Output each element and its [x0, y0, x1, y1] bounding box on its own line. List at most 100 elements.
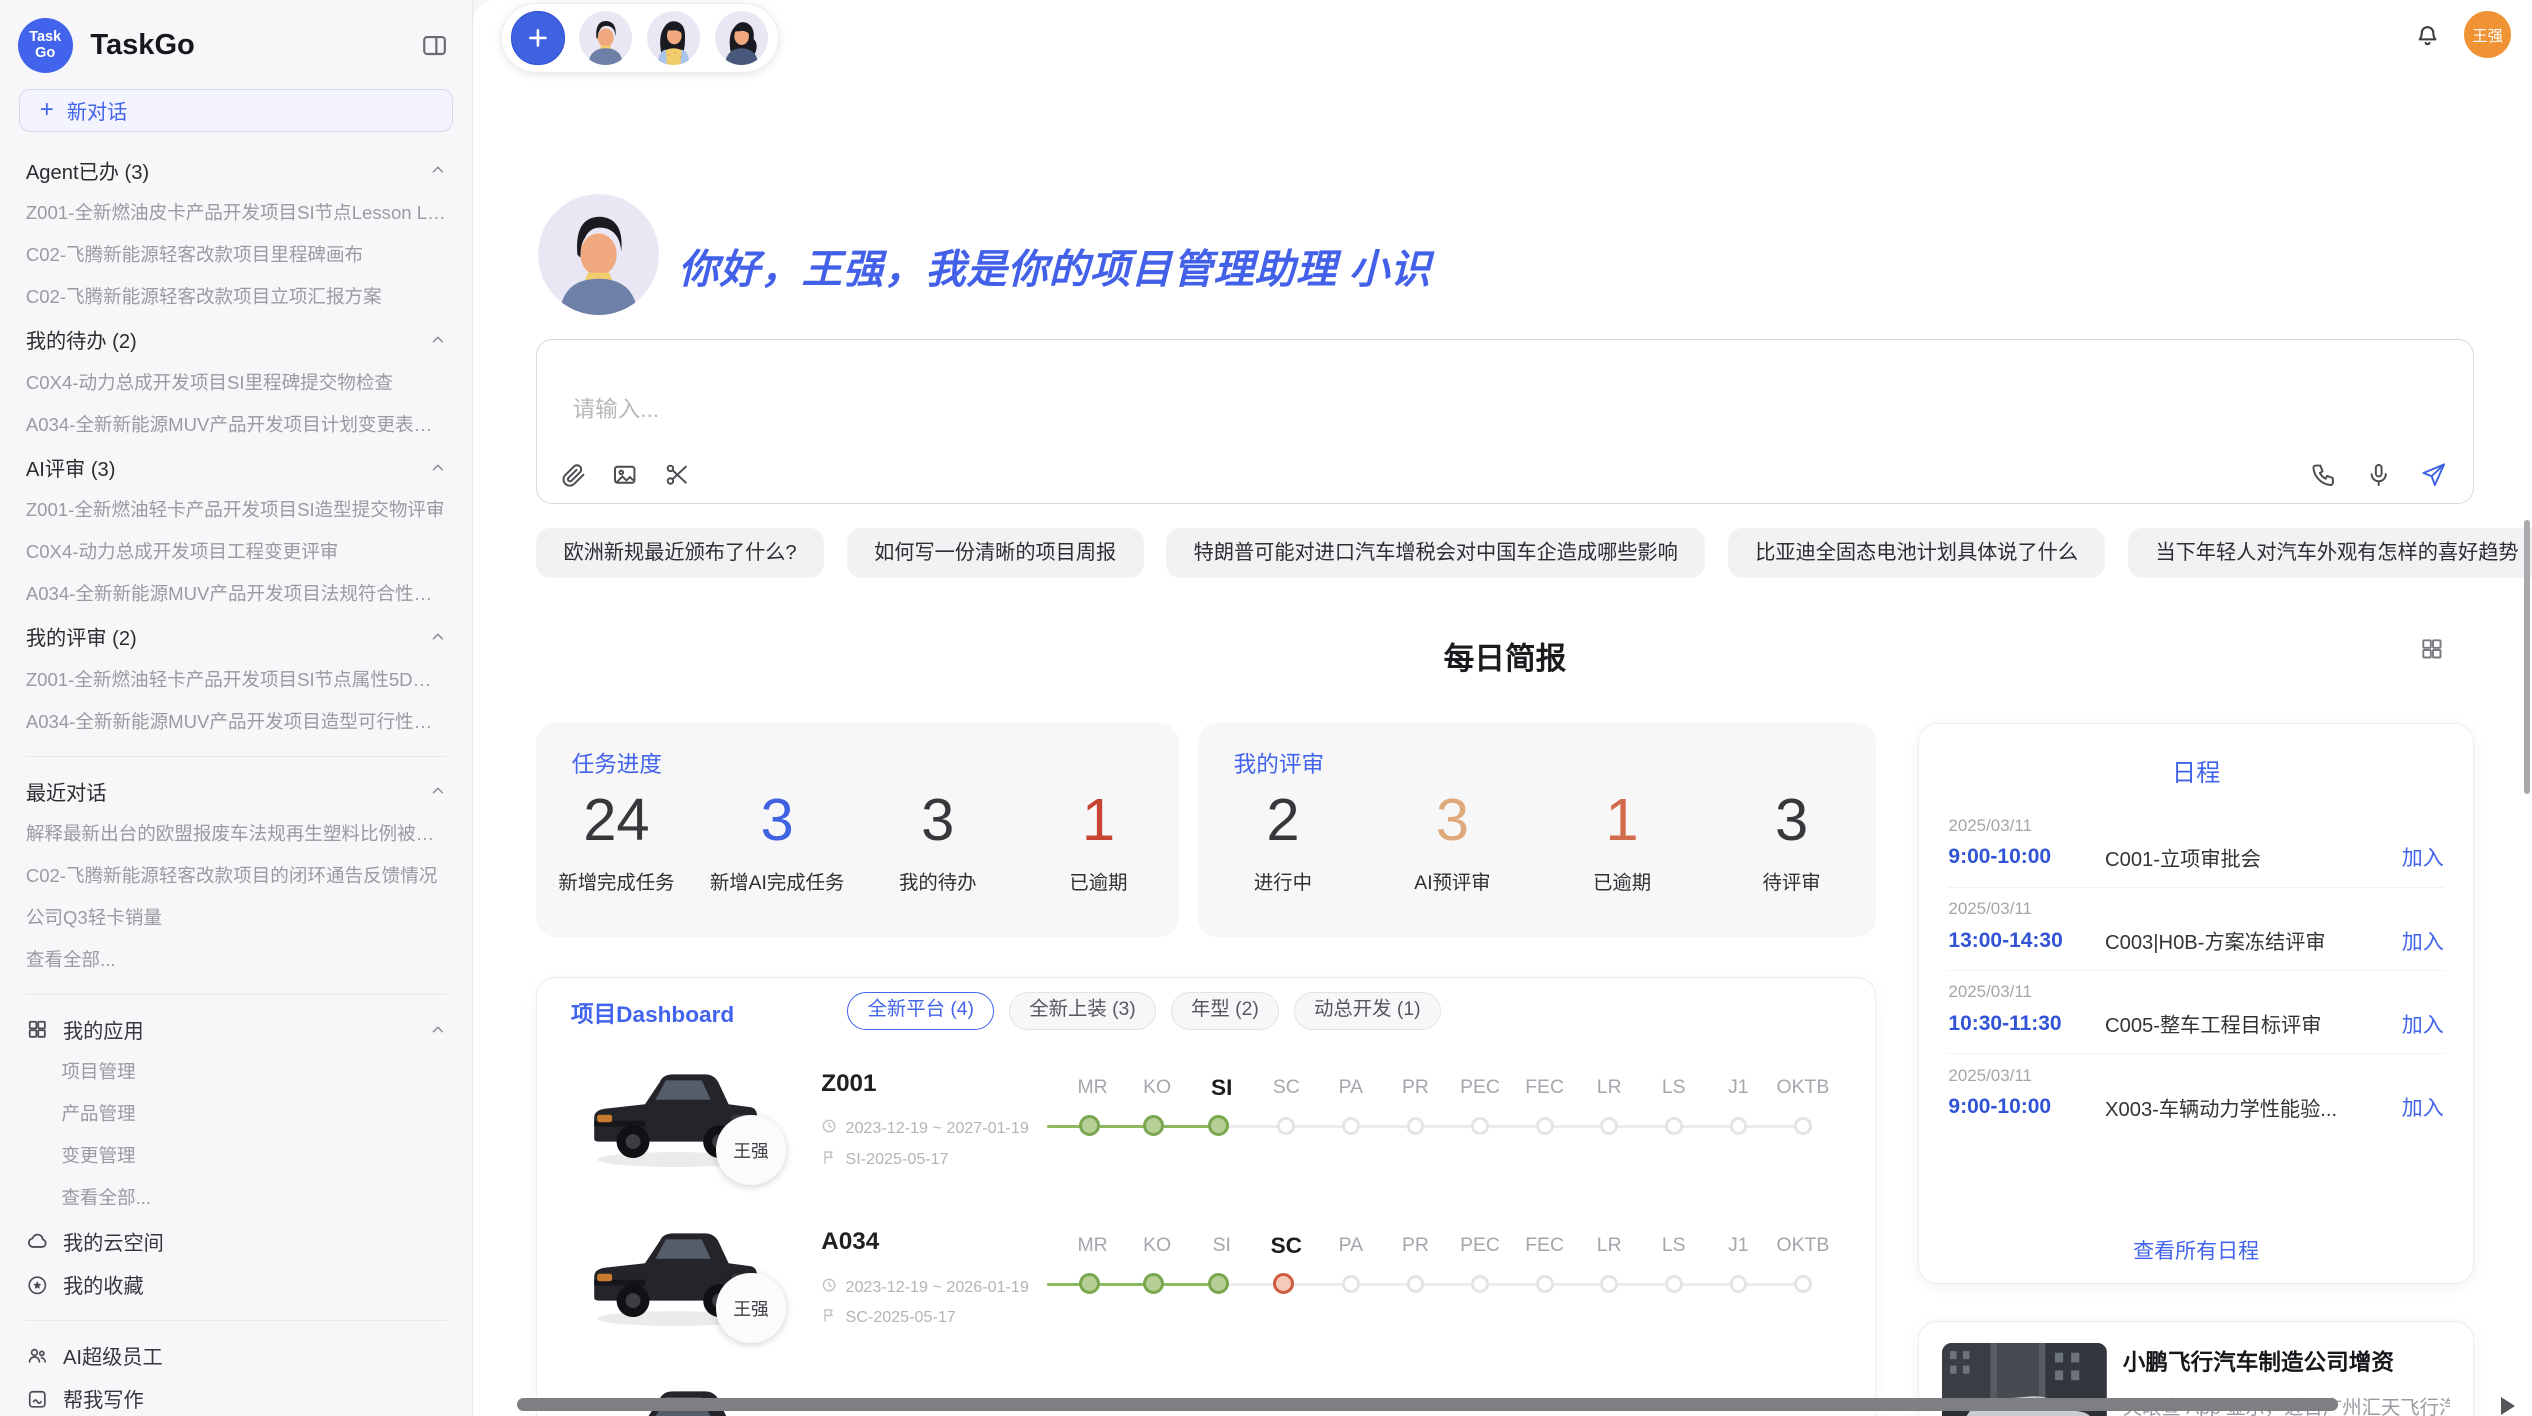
sidebar-section-header-1[interactable]: 我的待办 (2): [26, 318, 446, 362]
sidebar-section-header-0[interactable]: Agent已办 (3): [26, 149, 446, 193]
dashboard-tab[interactable]: 全新平台 (4): [847, 992, 994, 1029]
suggestion-chip[interactable]: 欧洲新规最近颁布了什么?: [536, 528, 824, 578]
vertical-scrollbar[interactable]: [2524, 520, 2530, 795]
suggestion-chip[interactable]: 当下年轻人对汽车外观有怎样的喜好趋势: [2128, 528, 2532, 578]
taskgo-app: Task Go TaskGo + 新对话 Agent已办 (3)Z001-全新燃…: [0, 0, 2532, 1416]
app-item[interactable]: 产品管理: [26, 1093, 446, 1135]
send-icon[interactable]: [2420, 461, 2447, 488]
project-dates-text: 2023-12-19 ~ 2026-01-19: [846, 1278, 1029, 1297]
schedule-title: 日程: [1948, 753, 2443, 788]
project-owner-badge: 王强: [716, 1273, 785, 1342]
sidebar-item[interactable]: A034-全新新能源MUV产品开发项目计划变更表编写: [26, 404, 446, 446]
news-title: 小鹏飞行汽车制造公司增资: [2123, 1344, 2450, 1377]
notifications-bell-icon[interactable]: [2413, 20, 2442, 49]
stat-value: 3: [1707, 788, 1877, 853]
milestone-dot: [1273, 1273, 1294, 1294]
sidebar-link-cloud[interactable]: 我的云空间: [26, 1219, 446, 1263]
milestone-dot: [1471, 1117, 1489, 1135]
schedule-row: 13:00-14:30C003|H0B-方案冻结评审加入: [1948, 926, 2443, 956]
horizontal-scrollbar[interactable]: [517, 1398, 2338, 1411]
suggestion-chips: 欧洲新规最近颁布了什么? 如何写一份清晰的项目周报特朗普可能对进口汽车增税会对中国…: [536, 528, 2483, 578]
join-meeting-link[interactable]: 加入: [2402, 1092, 2444, 1122]
dashboard-tab[interactable]: 全新上装 (3): [1009, 992, 1156, 1029]
plus-icon: +: [40, 98, 54, 122]
new-chat-button[interactable]: + 新对话: [19, 89, 452, 133]
sidebar-section-my-apps[interactable]: 我的应用: [26, 1008, 446, 1052]
schedule-meeting-name: C003|H0B-方案冻结评审: [2105, 926, 2389, 955]
stat-value: 2: [1198, 788, 1368, 853]
sidebar-item[interactable]: A034-全新新能源MUV产品开发项目造型可行性评审: [26, 701, 446, 743]
suggestion-chip[interactable]: 特朗普可能对进口汽车增税会对中国车企造成哪些影响: [1166, 528, 1705, 578]
sidebar-tool-write[interactable]: 帮我写作: [26, 1377, 446, 1416]
microphone-icon[interactable]: [2365, 461, 2392, 488]
assistant-avatar: [538, 194, 659, 315]
dashboard-tab[interactable]: 动总开发 (1): [1294, 992, 1441, 1029]
user-avatar[interactable]: 王强: [2464, 11, 2511, 58]
chevron-up-icon: [429, 1021, 447, 1039]
sidebar-link-star[interactable]: 我的收藏: [26, 1263, 446, 1307]
suggestion-chip[interactable]: 如何写一份清晰的项目周报: [847, 528, 1144, 578]
milestone-dot: [1730, 1117, 1748, 1135]
milestone-label: J1: [1706, 1073, 1771, 1102]
join-meeting-link[interactable]: 加入: [2402, 926, 2444, 956]
view-all-schedule-link[interactable]: 查看所有日程: [1919, 1235, 2472, 1265]
sidebar-item[interactable]: C02-飞腾新能源轻客改款项目里程碑画布: [26, 234, 446, 276]
sidebar-item[interactable]: C0X4-动力总成开发项目SI里程碑提交物检查: [26, 362, 446, 404]
milestone-dot: [1143, 1273, 1164, 1294]
phone-icon[interactable]: [2310, 461, 2337, 488]
sidebar-section-recent-chats[interactable]: 最近对话: [26, 770, 446, 814]
stat-item: 24新增完成任务: [536, 788, 697, 895]
sidebar-section-header-3[interactable]: 我的评审 (2): [26, 615, 446, 659]
agent-avatar-3[interactable]: [715, 11, 768, 64]
recent-chat-item[interactable]: C02-飞腾新能源轻客改款项目的闭环通告反馈情况: [26, 855, 446, 897]
sidebar-tool-label: 帮我写作: [63, 1384, 144, 1413]
milestone-dot: [1730, 1275, 1748, 1293]
schedule-meeting-name: X003-车辆动力学性能验...: [2105, 1093, 2389, 1122]
sidebar-tool-label: AI超级员工: [63, 1341, 163, 1370]
sidebar-item[interactable]: Z001-全新燃油轻卡产品开发项目SI节点属性5D文件评审: [26, 659, 446, 701]
sidebar-item[interactable]: Z001-全新燃油皮卡产品开发项目SI节点Lesson Learn报告: [26, 192, 446, 234]
join-meeting-link[interactable]: 加入: [2402, 842, 2444, 872]
topbar-right: 王强: [2413, 11, 2511, 58]
view-all-chats-link[interactable]: 查看全部...: [26, 939, 446, 981]
sidebar-tool-people[interactable]: AI超级员工: [26, 1333, 446, 1377]
sidebar-nav: Agent已办 (3)Z001-全新燃油皮卡产品开发项目SI节点Lesson L…: [0, 149, 472, 1416]
sidebar-header: Task Go TaskGo: [0, 0, 472, 86]
dashboard-tab[interactable]: 年型 (2): [1171, 992, 1280, 1029]
briefing-stat-cards: 任务进度24新增完成任务3新增AI完成任务3我的待办1已逾期我的评审2进行中3A…: [536, 723, 1876, 936]
new-chat-label: 新对话: [67, 96, 128, 125]
milestone-label: PA: [1319, 1231, 1384, 1260]
recent-chat-item[interactable]: 解释最新出台的欧盟报废车法规再生塑料比例被调至15%...: [26, 813, 446, 855]
milestone-label: OKTB: [1771, 1073, 1836, 1102]
sidebar-item[interactable]: C0X4-动力总成开发项目工程变更评审: [26, 531, 446, 573]
sidebar-item[interactable]: Z001-全新燃油轻卡产品开发项目SI造型提交物评审: [26, 489, 446, 531]
chat-input[interactable]: [569, 395, 2022, 424]
layout-grid-icon[interactable]: [2419, 636, 2445, 662]
project-note-text: SI-2025-05-17: [846, 1150, 949, 1169]
app-item[interactable]: 变更管理: [26, 1135, 446, 1177]
stat-value: 1: [1537, 788, 1707, 853]
agent-avatar-2[interactable]: [647, 11, 700, 64]
scroll-right-arrow[interactable]: [2501, 1397, 2515, 1415]
paperclip-icon[interactable]: [560, 461, 587, 488]
sidebar-item[interactable]: C02-飞腾新能源轻客改款项目立项汇报方案: [26, 276, 446, 318]
collapse-sidebar-icon[interactable]: [420, 31, 449, 60]
suggestion-chip[interactable]: 比亚迪全固态电池计划具体说了什么: [1728, 528, 2106, 578]
recent-chat-item[interactable]: 公司Q3轻卡销量: [26, 897, 446, 939]
milestone-timeline: MRKOSISCPAPRPECFECLRLSJ1OKTB: [1047, 1073, 1835, 1141]
project-dates-text: 2023-12-19 ~ 2027-01-19: [846, 1119, 1029, 1138]
milestone-label: KO: [1125, 1073, 1190, 1102]
view-all-apps-link[interactable]: 查看全部...: [26, 1177, 446, 1219]
image-icon[interactable]: [611, 461, 638, 488]
add-agent-button[interactable]: [511, 11, 564, 64]
sidebar-item[interactable]: A034-全新新能源MUV产品开发项目法规符合性评审: [26, 573, 446, 615]
agent-avatar-1[interactable]: [579, 11, 632, 64]
milestone-label: MR: [1060, 1073, 1125, 1102]
scissors-icon[interactable]: [663, 461, 690, 488]
milestone-dot: [1407, 1117, 1425, 1135]
app-item[interactable]: 项目管理: [26, 1051, 446, 1093]
schedule-list: 2025/03/119:00-10:00C001-立项审批会加入2025/03/…: [1948, 805, 2443, 1137]
project-dates: 2023-12-19 ~ 2026-01-19: [821, 1277, 1029, 1298]
join-meeting-link[interactable]: 加入: [2402, 1009, 2444, 1039]
sidebar-section-header-2[interactable]: AI评审 (3): [26, 446, 446, 490]
